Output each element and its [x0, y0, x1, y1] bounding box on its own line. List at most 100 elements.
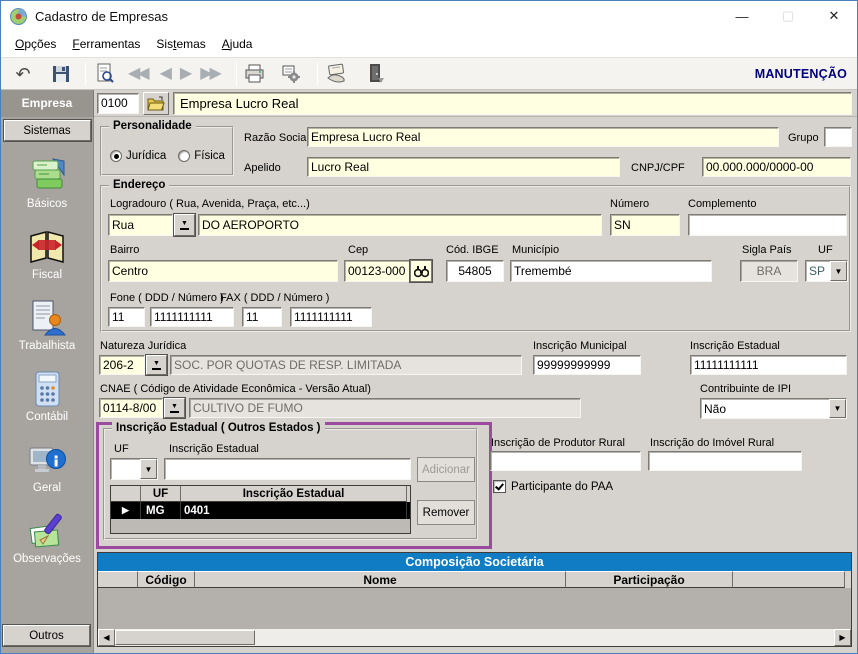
- sidebar-item-label: Observações: [13, 553, 81, 565]
- radio-selected-icon[interactable]: [110, 150, 122, 162]
- sidebar-group-sistemas[interactable]: Sistemas: [2, 119, 92, 142]
- save-button[interactable]: [47, 60, 75, 88]
- sidebar-item-fiscal[interactable]: Fiscal: [27, 227, 67, 298]
- endereco-groupbox: Endereço Logradouro ( Rua, Avenida, Praç…: [100, 179, 851, 332]
- complemento-field[interactable]: [688, 214, 847, 236]
- adicionar-button[interactable]: Adicionar: [417, 457, 475, 482]
- municipio-field[interactable]: [510, 260, 712, 282]
- grupo-field[interactable]: [824, 127, 852, 147]
- table-row[interactable]: ▶ MG 0401: [111, 502, 410, 519]
- cep-search-button[interactable]: [409, 259, 433, 283]
- chevron-down-icon[interactable]: ▼: [140, 459, 157, 479]
- records-button[interactable]: [322, 60, 352, 88]
- menu-item-0[interactable]: Opções: [7, 33, 64, 55]
- inscricao-estadual-field[interactable]: [690, 355, 847, 375]
- cep-label: Cep: [348, 244, 369, 256]
- uf-label: UF: [818, 244, 833, 256]
- ipi-combo[interactable]: Não ▼: [700, 398, 847, 419]
- last-record-button[interactable]: ▶▶: [200, 60, 222, 88]
- scrollbar-thumb[interactable]: [115, 630, 255, 645]
- tipo-logradouro-dropdown-button[interactable]: ▼: [173, 213, 196, 237]
- scroll-left-button[interactable]: ◀: [98, 629, 115, 646]
- printer-settings-icon: [282, 65, 301, 83]
- ibge-field[interactable]: [446, 260, 504, 282]
- close-button[interactable]: ✕: [811, 1, 857, 31]
- radio-label: Jurídica: [126, 150, 167, 162]
- empresa-name-field[interactable]: Empresa Lucro Real: [173, 91, 852, 115]
- complemento-label: Complemento: [688, 198, 757, 210]
- minimize-button[interactable]: —: [719, 1, 765, 31]
- sidebar-group-outros[interactable]: Outros: [2, 624, 91, 647]
- cnae-descricao-field: [189, 398, 581, 418]
- inscricao-estadual-label: Inscrição Estadual: [690, 340, 780, 352]
- personalidade-options: Jurídica Física: [110, 150, 225, 162]
- preview-button[interactable]: [90, 60, 118, 88]
- oe-uf-combo[interactable]: ▼: [110, 458, 158, 480]
- cep-field[interactable]: [344, 260, 410, 282]
- inscricao-municipal-field[interactable]: [533, 355, 641, 375]
- print-config-button[interactable]: [277, 60, 305, 88]
- menu-item-3[interactable]: Ajuda: [214, 33, 261, 55]
- cnae-dropdown-button[interactable]: ▼: [163, 397, 186, 419]
- sidebar-item-contabil[interactable]: Contábil: [26, 369, 68, 440]
- sidebar-item-observacoes[interactable]: Observações: [13, 511, 81, 582]
- sidebar-item-label: Fiscal: [31, 269, 62, 281]
- oe-grid-header: UF Inscrição Estadual: [111, 486, 410, 502]
- logradouro-field[interactable]: [198, 214, 602, 236]
- fone-ddd-field[interactable]: [108, 307, 145, 327]
- natureza-dropdown-button[interactable]: ▼: [145, 354, 168, 376]
- oe-ie-field[interactable]: [164, 458, 411, 480]
- row-indicator-icon: ▶: [111, 502, 141, 519]
- toolbar: ↶ ◀◀ ◀ ▶ ▶▶ MANUTENÇÃO: [1, 57, 857, 90]
- menu-bar: Opções Ferramentas Sistemas Ajuda: [1, 31, 857, 57]
- scroll-right-button[interactable]: ▶: [834, 629, 851, 646]
- produtor-rural-label: Inscrição de Produtor Rural: [491, 437, 625, 449]
- chevron-down-icon[interactable]: ▼: [830, 261, 847, 281]
- maximize-button[interactable]: ▢: [765, 1, 811, 31]
- sidebar-item-geral[interactable]: Geral: [27, 440, 67, 511]
- menu-item-1[interactable]: Ferramentas: [64, 33, 148, 55]
- undo-button[interactable]: ↶: [9, 60, 37, 88]
- paa-checkbox[interactable]: [493, 480, 506, 493]
- first-record-button[interactable]: ◀◀: [128, 60, 150, 88]
- remover-button[interactable]: Remover: [417, 500, 475, 525]
- exit-button[interactable]: [362, 60, 390, 88]
- print-button[interactable]: [241, 60, 269, 88]
- undo-icon: ↶: [15, 63, 31, 84]
- produtor-rural-field[interactable]: [490, 451, 641, 471]
- personalidade-groupbox: Personalidade Jurídica Física: [100, 120, 234, 176]
- bairro-field[interactable]: [108, 260, 338, 282]
- sidebar-item-trabalhista[interactable]: Trabalhista: [19, 298, 75, 369]
- uf-combo[interactable]: SP ▼: [805, 260, 848, 282]
- toolbar-separator: [316, 61, 318, 86]
- imovel-rural-field[interactable]: [648, 451, 802, 471]
- razao-social-field[interactable]: [307, 127, 779, 147]
- tipo-logradouro-field[interactable]: [108, 214, 173, 236]
- radio-icon[interactable]: [178, 150, 191, 162]
- radio-option-1[interactable]: Física: [178, 150, 225, 162]
- chevron-down-icon[interactable]: ▼: [829, 399, 846, 418]
- printer-icon: [245, 64, 264, 83]
- empresa-code-field[interactable]: [97, 92, 139, 114]
- numero-field[interactable]: [610, 214, 680, 236]
- sidebar-items: Básicos Fiscal Trabalhista Contábil Geral Obs…: [13, 156, 81, 582]
- cnae-codigo-field[interactable]: [99, 398, 163, 418]
- composicao-hscrollbar[interactable]: ◀ ▶: [98, 629, 851, 646]
- fone-numero-field[interactable]: [150, 307, 234, 327]
- cell-inscricao: 0401: [181, 502, 407, 519]
- radio-option-0[interactable]: Jurídica: [110, 150, 166, 162]
- open-company-button[interactable]: [143, 91, 169, 115]
- sidebar-item-basicos[interactable]: Básicos: [27, 156, 67, 227]
- fax-ddd-field[interactable]: [242, 307, 282, 327]
- apelido-field[interactable]: [307, 157, 620, 177]
- composicao-header: Código Nome Participação: [98, 571, 851, 588]
- previous-record-button[interactable]: ◀: [160, 60, 172, 88]
- natureza-codigo-field[interactable]: [99, 355, 145, 375]
- menu-item-2[interactable]: Sistemas: [148, 33, 213, 55]
- next-record-button[interactable]: ▶: [180, 60, 192, 88]
- cnpj-field[interactable]: [702, 157, 851, 177]
- personalidade-title: Personalidade: [109, 120, 196, 132]
- pais-field: [740, 260, 798, 282]
- notebook-icon: [27, 156, 67, 196]
- fax-numero-field[interactable]: [290, 307, 372, 327]
